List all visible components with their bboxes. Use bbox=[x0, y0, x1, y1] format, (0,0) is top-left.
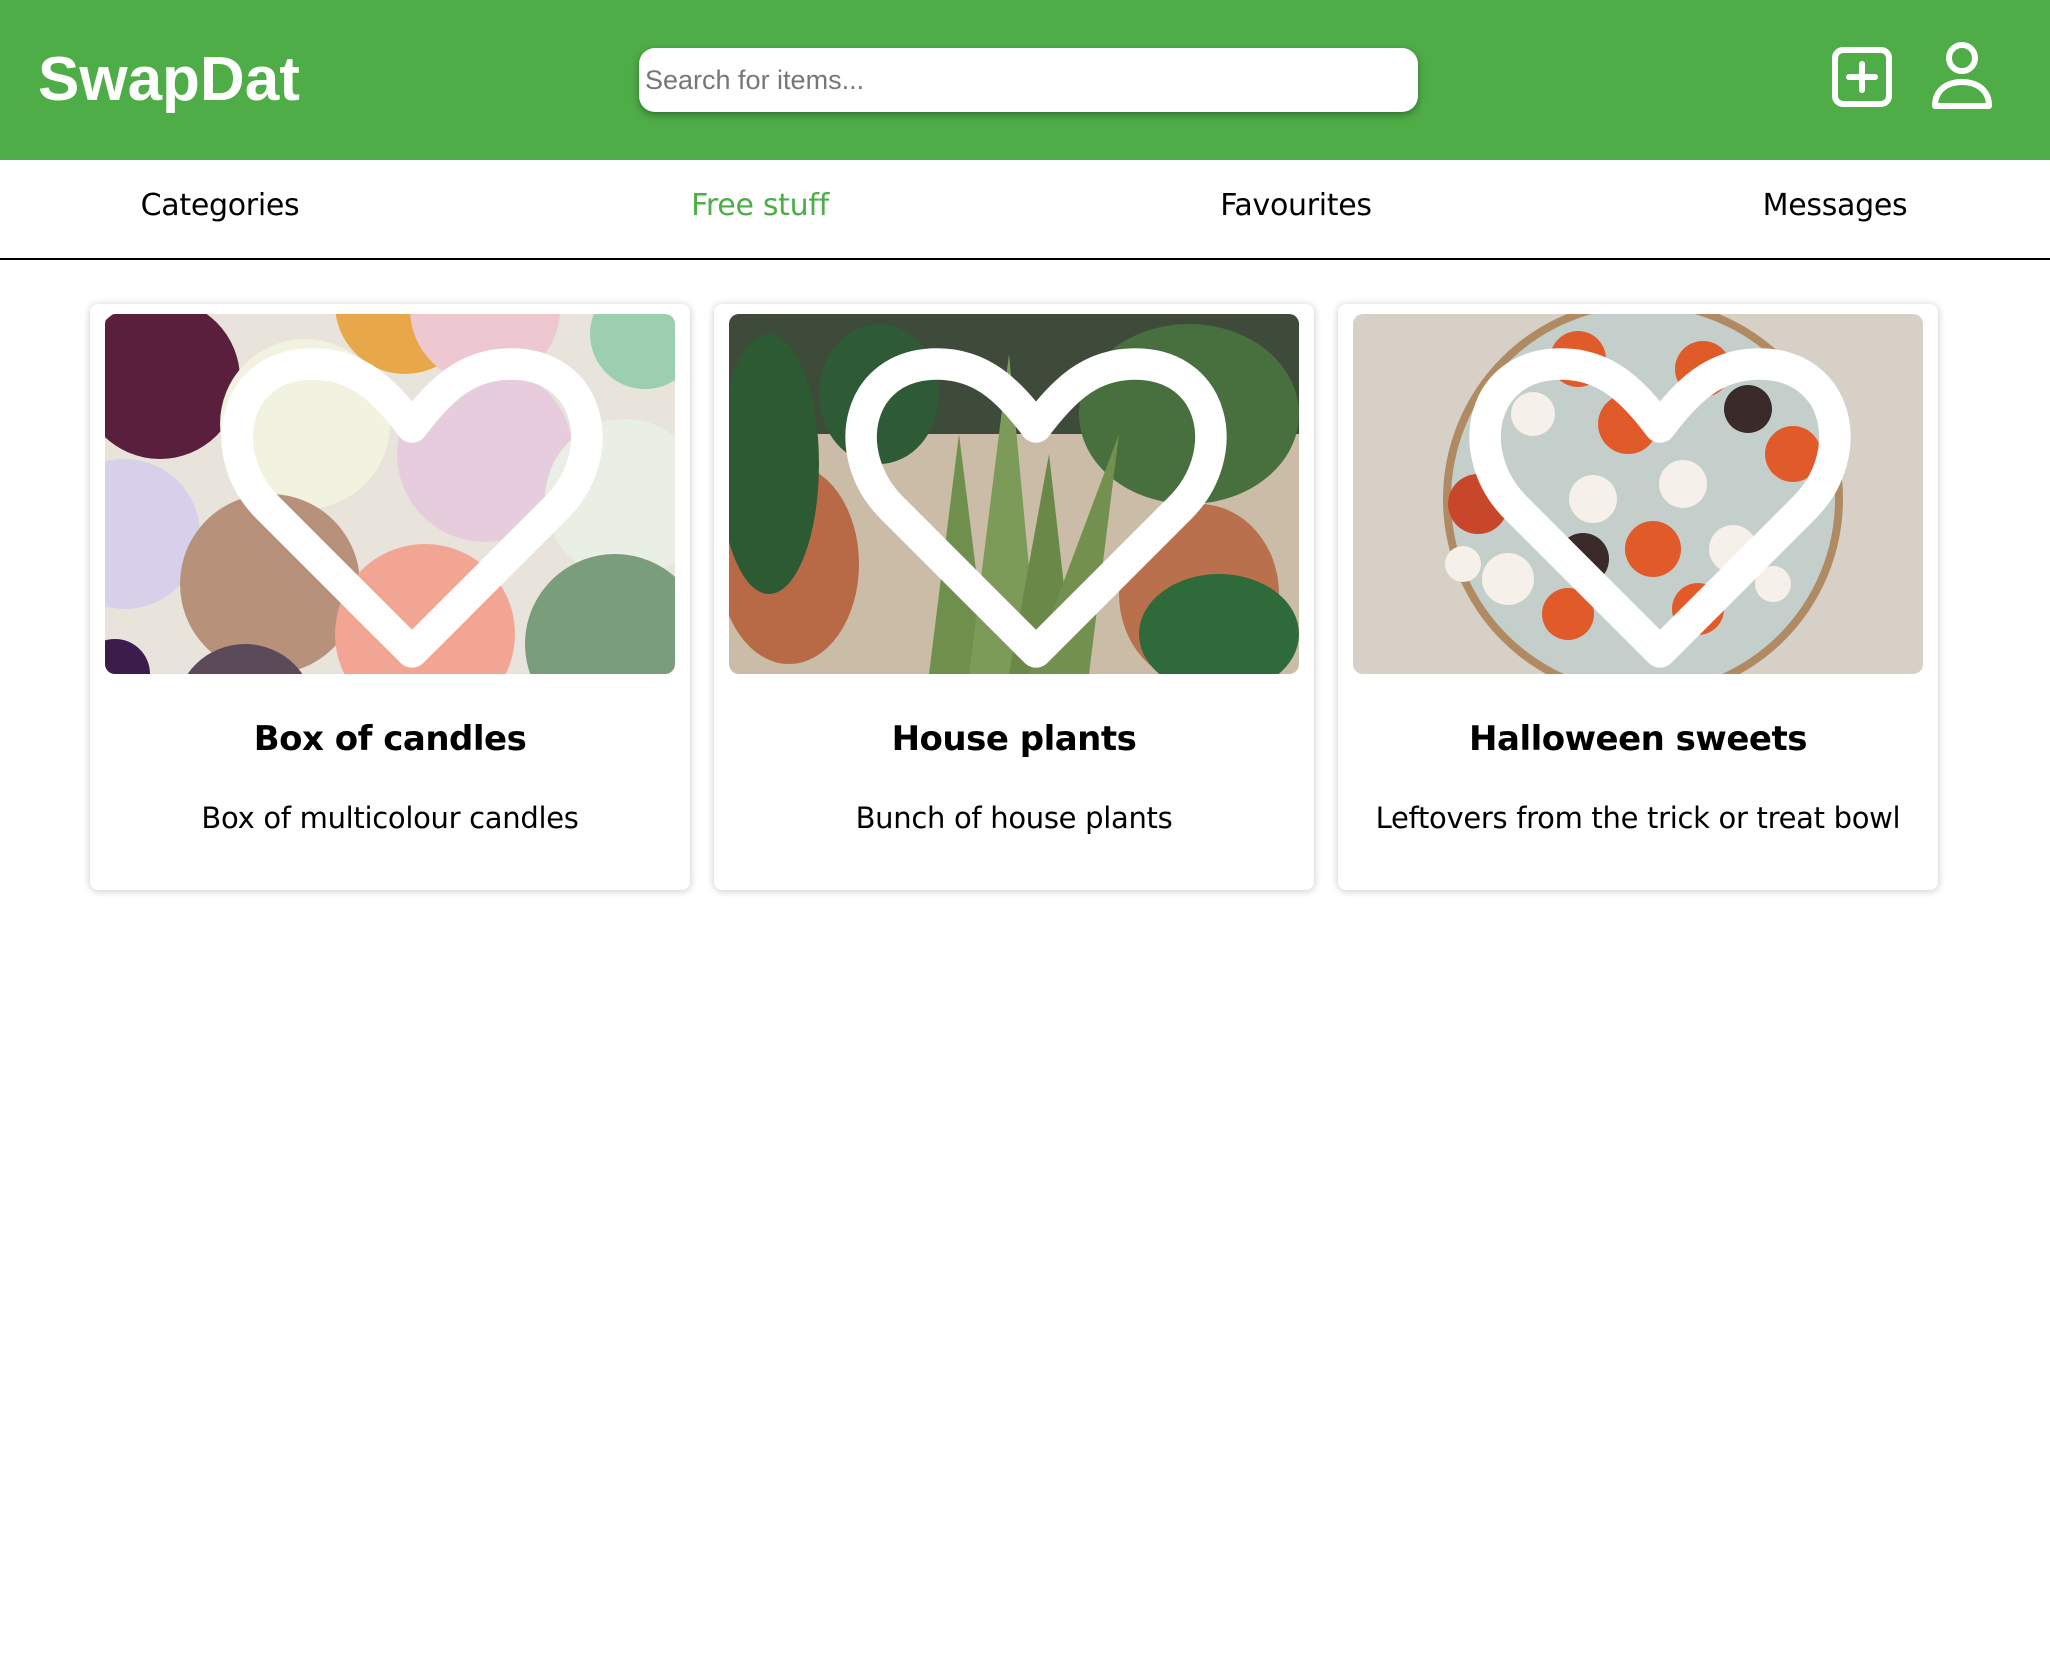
item-description: Bunch of house plants bbox=[855, 801, 1173, 835]
profile-button[interactable] bbox=[1930, 40, 1994, 112]
user-icon bbox=[1932, 42, 1992, 109]
item-title[interactable]: Halloween sweets bbox=[1338, 719, 1938, 759]
app-header: SwapDat bbox=[0, 0, 2050, 160]
favourite-heart-icon[interactable] bbox=[751, 328, 1299, 674]
favourite-heart-icon[interactable] bbox=[127, 328, 675, 674]
nav-messages[interactable]: Messages bbox=[1763, 188, 1908, 223]
halloween-sweets-photo[interactable] bbox=[1353, 314, 1923, 674]
item-card[interactable]: Box of candles Box of multicolour candle… bbox=[90, 304, 690, 890]
item-title[interactable]: Box of candles bbox=[90, 719, 690, 759]
item-title[interactable]: House plants bbox=[714, 719, 1314, 759]
item-description: Leftovers from the trick or treat bowl bbox=[1375, 801, 1901, 835]
nav-categories[interactable]: Categories bbox=[141, 188, 300, 223]
nav-favourites[interactable]: Favourites bbox=[1220, 188, 1372, 223]
item-card[interactable]: House plants Bunch of house plants bbox=[714, 304, 1314, 890]
main-nav: Categories Free stuff Favourites Message… bbox=[0, 160, 2050, 260]
item-description: Box of multicolour candles bbox=[201, 801, 579, 835]
candles-photo[interactable] bbox=[105, 314, 675, 674]
logo[interactable]: SwapDat bbox=[38, 44, 300, 115]
nav-free-stuff[interactable]: Free stuff bbox=[691, 188, 829, 223]
add-item-button[interactable] bbox=[1831, 46, 1893, 108]
plus-square-icon bbox=[1832, 47, 1892, 107]
search-input[interactable] bbox=[639, 48, 1418, 112]
item-card[interactable]: Halloween sweets Leftovers from the tric… bbox=[1338, 304, 1938, 890]
favourite-heart-icon[interactable] bbox=[1375, 328, 1923, 674]
plants-photo[interactable] bbox=[729, 314, 1299, 674]
